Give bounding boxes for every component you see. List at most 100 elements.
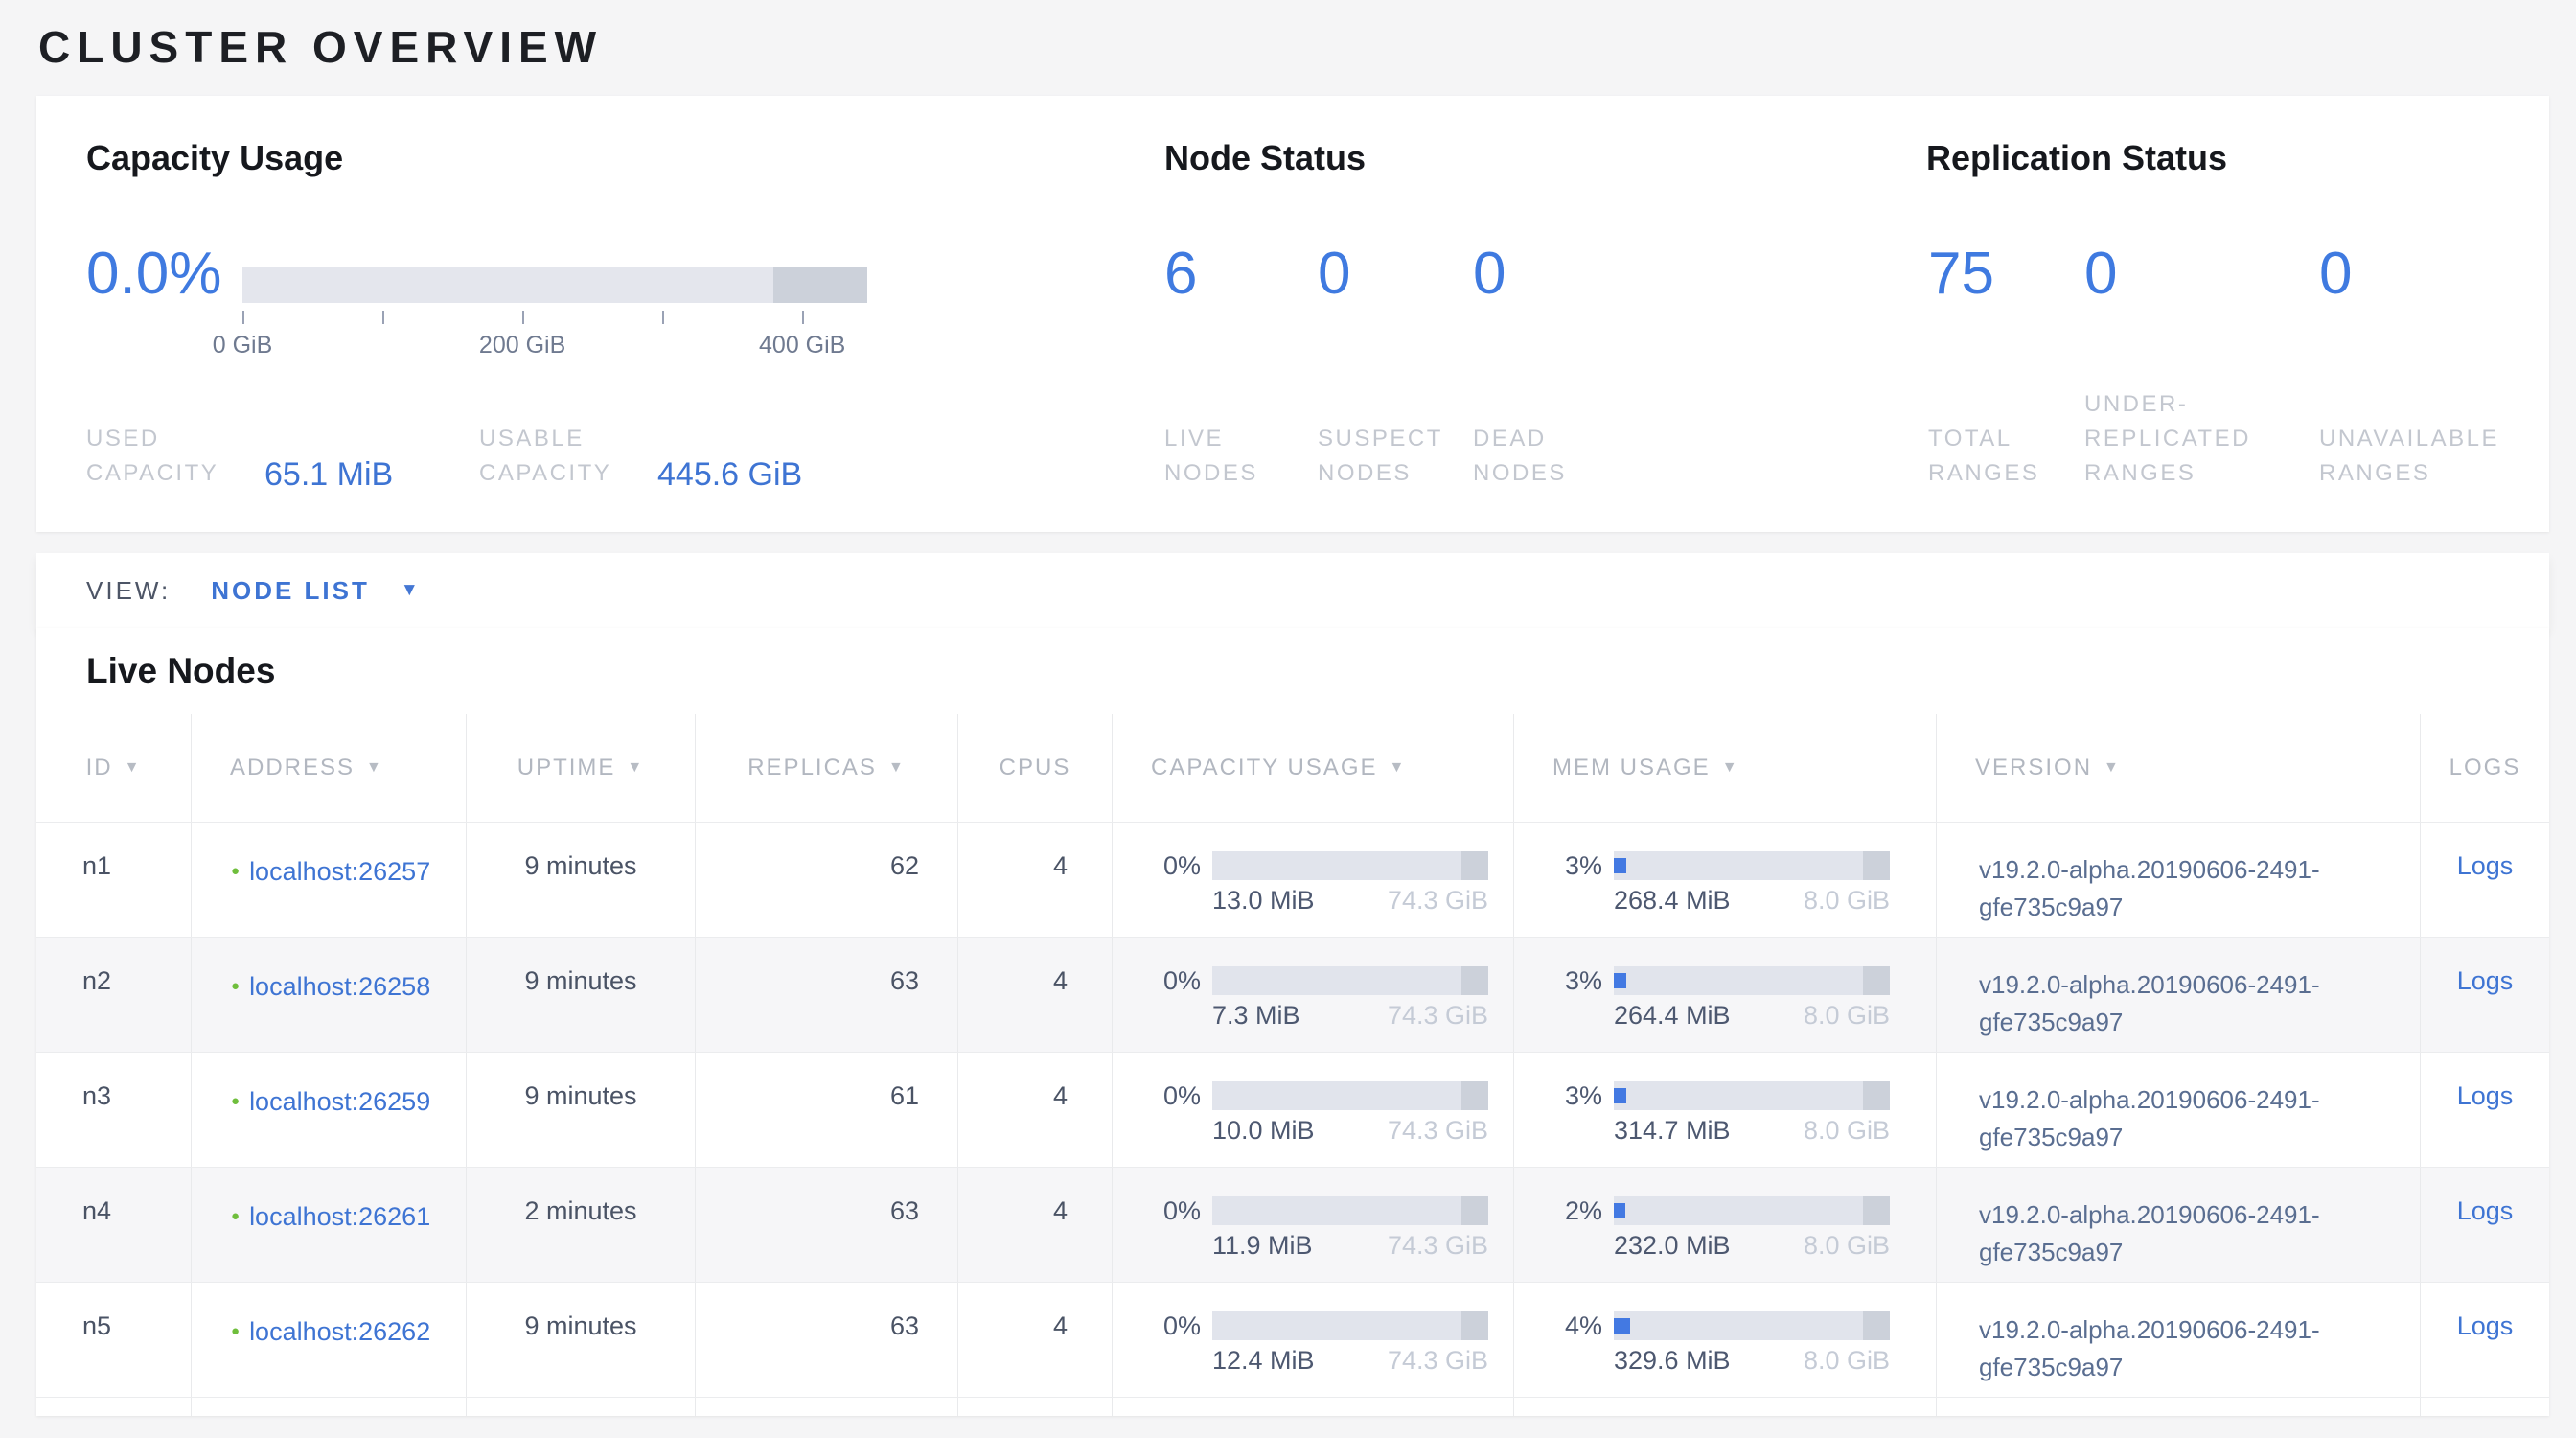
mem-used-value: 232.0 MiB [1614,1231,1731,1261]
node-id: n3 [36,1053,192,1167]
mem-percent: 2% [1556,1196,1602,1225]
capacity-used-value: 11.9 MiB [1212,1231,1313,1261]
live-status-dot-icon: ● [231,1081,240,1167]
node-capacity-usage-cell: 0% 12.4 MiB 74.3 GiB [1113,1283,1514,1397]
logs-link[interactable]: Logs [2457,851,2514,937]
logs-link[interactable]: Logs [2457,966,2514,1052]
view-selector-dropdown[interactable]: NODE LIST ▼ [211,576,421,606]
mem-bar-endcap [1863,1081,1890,1110]
mem-percent: 3% [1556,851,1602,880]
sort-arrow-icon: ▼ [1390,759,1407,777]
node-logs-cell: Logs [2421,1053,2549,1167]
column-header-capacity-usage[interactable]: CAPACITY USAGE ▼ [1113,714,1514,822]
mem-bar-fill [1614,858,1626,873]
live-status-dot-icon: ● [231,851,240,937]
node-address-link[interactable]: localhost:26261 [249,1196,433,1282]
node-address-cell: ● localhost:26261 [192,1168,467,1282]
node-id: n5 [36,1283,192,1397]
node-uptime: 9 minutes [467,1053,696,1167]
mem-bar [1614,851,1890,880]
capacity-bar [1212,966,1488,995]
mem-bar [1614,1196,1890,1225]
chevron-down-icon: ▼ [401,580,422,601]
capacity-used-value: 12.4 MiB [1212,1346,1315,1376]
node-version: v19.2.0-alpha.20190606-2491-gfe735c9a97 [1937,823,2421,937]
logs-link[interactable]: Logs [2457,1311,2514,1397]
column-header-address[interactable]: ADDRESS ▼ [192,714,467,822]
mem-bar [1614,966,1890,995]
dead-nodes-count: 0 [1473,240,1674,308]
node-version: v19.2.0-alpha.20190606-2491-gfe735c9a97 [1937,1168,2421,1282]
mem-bar-fill [1614,1318,1630,1334]
node-status-heading: Node Status [1164,138,1366,178]
logs-link[interactable]: Logs [2457,1196,2514,1282]
capacity-total-value: 74.3 GiB [1388,1116,1488,1146]
live-status-dot-icon: ● [231,966,240,1052]
replication-status-heading: Replication Status [1926,138,2227,178]
capacity-total-value: 74.3 GiB [1388,1001,1488,1031]
node-logs-cell: Logs [2421,938,2549,1052]
node-mem-usage-cell: 3% 268.4 MiB 8.0 GiB [1514,823,1937,937]
capacity-percent: 0% [1155,1081,1201,1110]
sort-arrow-icon: ▼ [366,759,383,777]
total-ranges-label: TOTAL RANGES [1928,422,2072,491]
capacity-used-value: 10.0 MiB [1212,1116,1315,1146]
mem-bar [1614,1311,1890,1340]
node-address-link[interactable]: localhost:26259 [249,1081,433,1167]
node-id: n2 [36,938,192,1052]
capacity-used-value: 13.0 MiB [1212,886,1315,916]
table-row-partial [36,1397,2549,1416]
sort-arrow-icon: ▼ [627,759,644,777]
node-capacity-usage-cell: 0% 13.0 MiB 74.3 GiB [1113,823,1514,937]
capacity-bar-endcap [1461,1196,1488,1225]
column-header-id[interactable]: ID ▼ [36,714,192,822]
column-header-version[interactable]: VERSION ▼ [1937,714,2421,822]
node-address-cell: ● localhost:26257 [192,823,467,937]
mem-used-value: 268.4 MiB [1614,886,1731,916]
node-address-cell: ● localhost:26262 [192,1283,467,1397]
usable-capacity-label: USABLE CAPACITY [479,422,642,491]
node-version: v19.2.0-alpha.20190606-2491-gfe735c9a97 [1937,1053,2421,1167]
node-address-link[interactable]: localhost:26257 [249,851,433,937]
live-status-dot-icon: ● [231,1311,240,1397]
mem-total-value: 8.0 GiB [1804,1231,1890,1261]
node-address-link[interactable]: localhost:26262 [249,1311,433,1397]
mem-total-value: 8.0 GiB [1804,1346,1890,1376]
node-mem-usage-cell: 3% 314.7 MiB 8.0 GiB [1514,1053,1937,1167]
capacity-used-value: 7.3 MiB [1212,1001,1300,1031]
node-capacity-usage-cell: 0% 11.9 MiB 74.3 GiB [1113,1168,1514,1282]
column-header-uptime[interactable]: UPTIME ▼ [467,714,696,822]
capacity-bar [1212,851,1488,880]
node-id: n4 [36,1168,192,1282]
capacity-percent: 0% [1155,1196,1201,1225]
column-header-logs: LOGS [2421,714,2549,822]
mem-used-value: 264.4 MiB [1614,1001,1731,1031]
mem-used-value: 314.7 MiB [1614,1116,1731,1146]
mem-percent: 3% [1556,966,1602,995]
sort-arrow-icon: ▼ [1722,759,1739,777]
logs-link[interactable]: Logs [2457,1081,2514,1167]
total-ranges-stat: 75 TOTAL RANGES [1928,240,2084,491]
capacity-bar-endcap [1461,1081,1488,1110]
node-address-link[interactable]: localhost:26258 [249,966,433,1052]
node-cpus: 4 [958,1168,1113,1282]
unavailable-ranges-count: 0 [2319,240,2568,308]
live-nodes-panel: Live Nodes ID ▼ ADDRESS ▼ UPTIME ▼ REPLI… [36,628,2549,1416]
column-header-replicas[interactable]: REPLICAS ▼ [696,714,958,822]
column-header-cpus: CPUS [958,714,1113,822]
node-cpus: 4 [958,938,1113,1052]
sort-arrow-icon: ▼ [125,759,142,777]
suspect-nodes-count: 0 [1318,240,1473,308]
node-mem-usage-cell: 2% 232.0 MiB 8.0 GiB [1514,1168,1937,1282]
used-capacity-stat: USED CAPACITY 65.1 MiB [86,422,479,491]
unavailable-ranges-label: UNAVAILABLE RANGES [2319,422,2544,491]
total-ranges-count: 75 [1928,240,2084,308]
capacity-total-value: 74.3 GiB [1388,886,1488,916]
page-title: CLUSTER OVERVIEW [38,21,603,73]
mem-bar-endcap [1863,851,1890,880]
column-header-mem-usage[interactable]: MEM USAGE ▼ [1514,714,1937,822]
node-address-cell: ● localhost:26258 [192,938,467,1052]
under-replicated-ranges-label: UNDER-REPLICATED RANGES [2084,387,2310,491]
node-logs-cell: Logs [2421,1168,2549,1282]
capacity-bar [1212,1081,1488,1110]
